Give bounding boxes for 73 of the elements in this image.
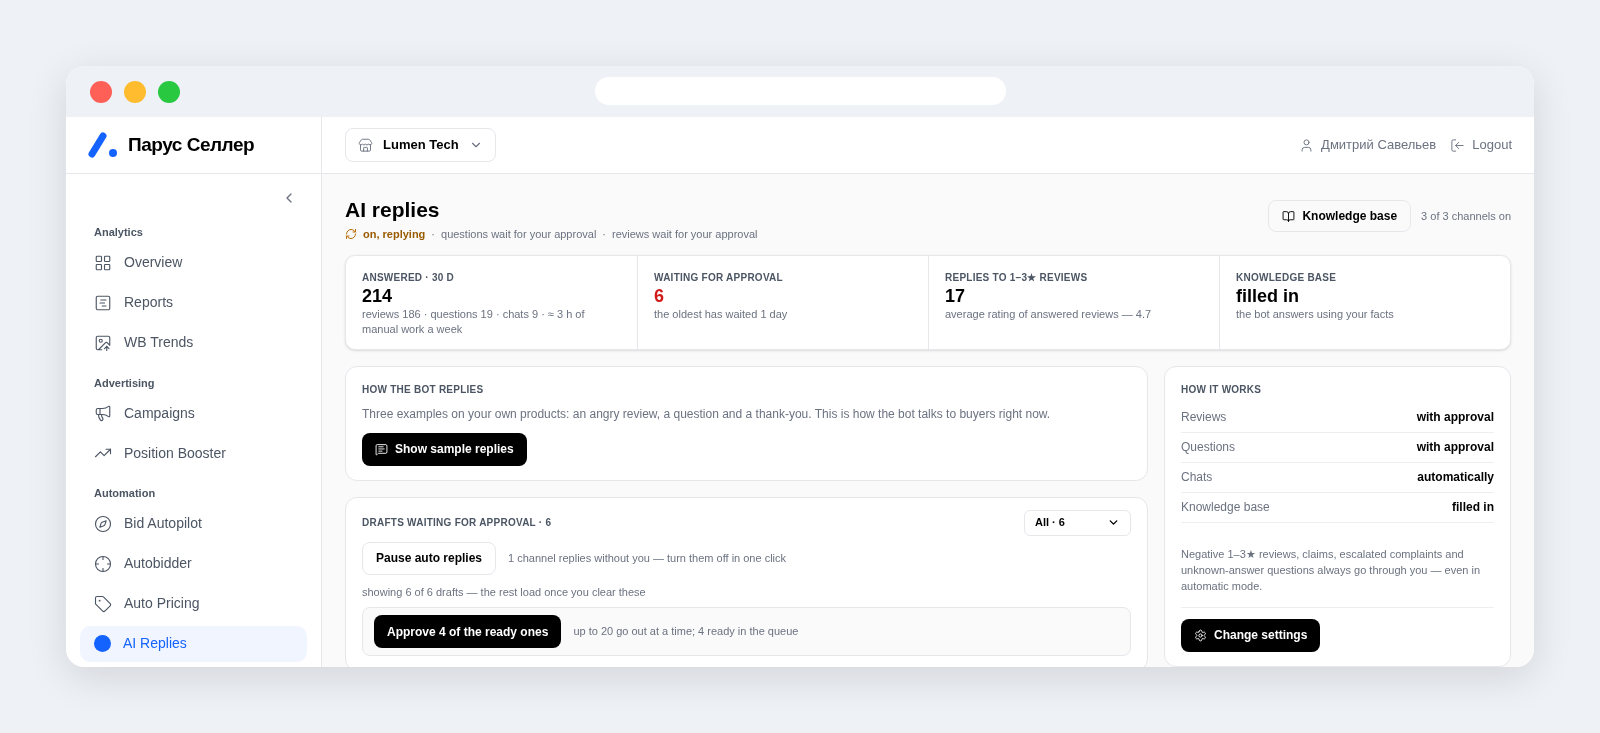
sidebar-item[interactable]: WB Trends (80, 324, 307, 361)
sidebar-item[interactable]: Auto Pricing (80, 585, 307, 622)
sidebar-item[interactable]: AI Replies (80, 625, 307, 662)
card-title: HOW THE BOT REPLIES (362, 382, 485, 397)
card-title: HOW IT WORKS (1181, 382, 1263, 397)
book-icon (1282, 209, 1296, 223)
maximize-button[interactable] (158, 80, 180, 103)
sidebar-item[interactable]: Overview (80, 244, 307, 281)
crosshair-icon (94, 554, 112, 573)
setting-value: with approval (1416, 439, 1494, 456)
setting-name: Knowledge base (1181, 499, 1270, 516)
status-note: questions wait for your approval (441, 227, 597, 242)
store-icon (358, 137, 373, 153)
stat-label: REPLIES TO 1–3★ REVIEWS (945, 270, 1089, 285)
grid-icon (94, 253, 112, 272)
minimize-button[interactable] (124, 80, 146, 103)
logout-icon (1450, 137, 1466, 153)
change-settings-button[interactable]: Change settings (1181, 618, 1321, 652)
stat-label: WAITING FOR APPROVAL (654, 270, 784, 285)
store-selector[interactable]: Lumen Tech (345, 128, 496, 162)
sidebar-section-title: Analytics (93, 225, 144, 240)
page-title: AI replies (345, 197, 441, 223)
approve-note: up to 20 go out at a time; 4 ready in the queue (573, 624, 799, 640)
setting-value: filled in (1452, 499, 1494, 516)
stat-value: 6 (654, 284, 665, 307)
separator-dot: · (431, 227, 435, 242)
sidebar-item[interactable]: Position Booster (80, 435, 307, 471)
stat-note: the oldest has waited 1 day (654, 306, 789, 322)
stat-value: 214 (362, 284, 394, 307)
sidebar-item[interactable]: Bid Autopilot (80, 505, 307, 542)
stat-note: average rating of answered reviews — 4.7 (945, 306, 1153, 322)
stat-note: the bot answers using your facts (1236, 306, 1395, 322)
sidebar-section-title: Advertising (93, 375, 156, 391)
status-text: on, replying (363, 227, 426, 242)
brand-name: Парус Селлер (128, 132, 255, 157)
settings-icon (1194, 628, 1207, 642)
sidebar-item[interactable]: Campaigns (80, 395, 307, 431)
setting-name: Questions (1181, 439, 1236, 456)
pause-note: 1 channel replies without you — turn them off in one click (508, 550, 787, 566)
approve-button[interactable]: Approve 4 of the ready ones (374, 615, 562, 648)
stat-note: reviews 186 · questions 19 · chats 9 · ≈ 3 h of manual work a week (362, 306, 586, 337)
setting-name: Chats (1181, 469, 1213, 486)
sync-icon (345, 228, 357, 241)
close-button[interactable] (90, 80, 112, 103)
user-link[interactable]: Дмитрий Савельев (1299, 135, 1437, 155)
megaphone-icon (94, 404, 112, 422)
setting-value: with approval (1416, 409, 1494, 426)
sidebar-section-title: Automation (93, 486, 157, 501)
message-icon (375, 442, 388, 456)
user-icon (1299, 137, 1315, 153)
sidebar-item[interactable]: Reports (80, 284, 307, 321)
sidebar-item[interactable]: Autobidder (80, 545, 307, 582)
logout-link[interactable]: Logout (1450, 135, 1512, 155)
filter-select[interactable]: All · 6 (1024, 509, 1131, 536)
settings-note: Negative 1–3★ reviews, claims, escalated complaints and unknown-answer questions always go through you — even in automatic mode. (1181, 532, 1494, 608)
setting-value: automatically (1417, 469, 1494, 486)
separator-dot: · (602, 227, 606, 242)
compass-icon (94, 514, 112, 533)
stat-value: 17 (945, 284, 967, 307)
card-description: Three examples on your own products: an angry review, a question and a thank-you. This is how the bot talks to buyers right now. (362, 405, 1052, 423)
tag-icon (94, 594, 112, 613)
card-title: DRAFTS WAITING FOR APPROVAL · 6 (362, 516, 552, 530)
stat-value: filled in (1236, 284, 1300, 307)
logo-icon (88, 132, 118, 158)
stat-label: KNOWLEDGE BASE (1236, 270, 1338, 285)
knowledge-base-button[interactable]: Knowledge base (1268, 200, 1412, 232)
stat-label: ANSWERED · 30 D (362, 270, 456, 285)
drafts-count-note: showing 6 of 6 drafts — the rest load once you clear these (362, 584, 647, 600)
status-note: reviews wait for your approval (612, 227, 758, 242)
show-samples-button[interactable]: Show sample replies (362, 432, 527, 466)
pause-auto-replies-button[interactable]: Pause auto replies (362, 541, 497, 575)
channels-status: 3 of 3 channels on (1421, 208, 1511, 224)
setting-name: Reviews (1181, 409, 1227, 426)
